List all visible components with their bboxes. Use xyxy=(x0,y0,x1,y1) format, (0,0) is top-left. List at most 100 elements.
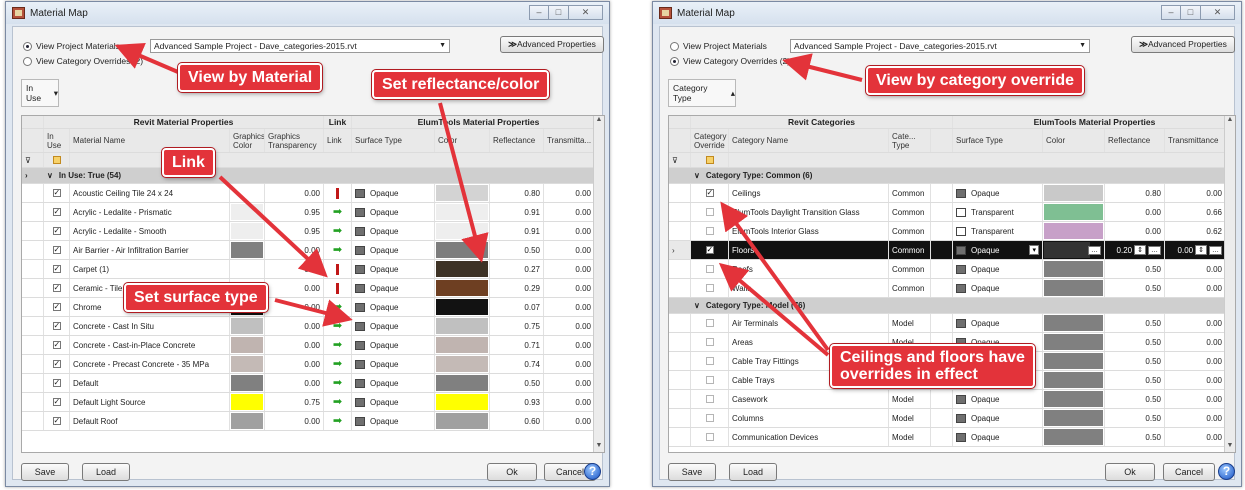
in-use-checkbox[interactable]: ✓ xyxy=(52,360,61,368)
color-swatch[interactable] xyxy=(436,242,488,258)
surface-type-cell[interactable]: Opaque xyxy=(352,317,435,335)
color-swatch[interactable] xyxy=(1044,204,1103,220)
transmittance-value[interactable]: 0.00 xyxy=(544,241,595,259)
transmittance-value[interactable]: 0.00 xyxy=(544,412,595,430)
in-use-cell[interactable]: ✓ xyxy=(44,203,70,221)
transmittance-value[interactable]: 0.00 ⇕… xyxy=(1165,241,1226,259)
color-swatch[interactable] xyxy=(436,375,488,391)
override-checkbox[interactable] xyxy=(705,395,714,403)
link-cell[interactable]: ➡ xyxy=(324,355,352,373)
transmittance-value[interactable]: 0.00 xyxy=(544,355,595,373)
surface-type-cell[interactable]: Opaque xyxy=(352,279,435,297)
link-cell[interactable]: ➡ xyxy=(324,336,352,354)
in-use-cell[interactable]: ✓ xyxy=(44,184,70,202)
color-swatch[interactable] xyxy=(1044,223,1103,239)
link-cell[interactable]: ➡ xyxy=(324,412,352,430)
load-button[interactable]: Load xyxy=(82,463,130,481)
scroll-down-icon[interactable]: ▼ xyxy=(1225,442,1235,452)
col-reflectance[interactable]: Reflectance xyxy=(490,129,544,152)
link-cell[interactable]: ➡ xyxy=(324,374,352,392)
vertical-scrollbar[interactable]: ▲ ▼ xyxy=(593,116,604,452)
radio-view-category-overrides[interactable]: View Category Overrides (2) xyxy=(23,56,143,66)
color-cell[interactable] xyxy=(435,279,490,297)
reflectance-value[interactable]: 0.50 xyxy=(1105,390,1165,408)
link-broken-icon[interactable] xyxy=(336,282,339,294)
surface-type-cell[interactable]: Opaque xyxy=(352,184,435,202)
category-row[interactable]: ElumTools Daylight Transition Glass Commo… xyxy=(669,203,1235,222)
override-checkbox[interactable] xyxy=(705,265,714,273)
color-swatch[interactable] xyxy=(436,299,488,315)
material-row[interactable]: ✓ Default Light Source 0.75 ➡ Opaque 0.93 0.00 xyxy=(22,393,604,412)
surface-type-cell[interactable]: Transparent xyxy=(953,222,1043,240)
cancel-button[interactable]: Cancel xyxy=(1163,463,1215,481)
material-row[interactable]: ✓ Concrete - Cast-in-Place Concrete 0.00 ➡ O… xyxy=(22,336,604,355)
override-cell[interactable] xyxy=(691,279,729,297)
reflectance-value[interactable]: 0.07 xyxy=(490,298,544,316)
color-swatch[interactable] xyxy=(436,413,488,429)
reflectance-value[interactable]: 0.27 xyxy=(490,260,544,278)
surface-type-cell[interactable]: Opaque ▾ xyxy=(953,241,1043,259)
in-use-cell[interactable]: ✓ xyxy=(44,241,70,259)
maximize-icon[interactable]: □ xyxy=(549,5,569,20)
scroll-up-icon[interactable]: ▲ xyxy=(1225,116,1235,126)
in-use-cell[interactable]: ✓ xyxy=(44,412,70,430)
col-surface-type[interactable]: Surface Type xyxy=(352,129,435,152)
minimize-icon[interactable]: – xyxy=(1161,5,1181,20)
collapse-chevron-icon[interactable]: ∨ xyxy=(694,301,700,310)
color-cell[interactable] xyxy=(1043,428,1105,446)
color-cell[interactable] xyxy=(1043,203,1105,221)
material-row[interactable]: ✓ Acrylic - Ledalite - Prismatic 0.95 ➡ Opaq… xyxy=(22,203,604,222)
color-cell[interactable]: … xyxy=(1043,241,1105,259)
link-arrow-icon[interactable]: ➡ xyxy=(333,340,342,351)
link-cell[interactable]: ➡ xyxy=(324,298,352,316)
surface-type-cell[interactable]: Opaque xyxy=(352,298,435,316)
link-cell[interactable] xyxy=(324,184,352,202)
col-color[interactable]: Color xyxy=(1043,129,1105,152)
filter-cell[interactable] xyxy=(44,153,70,167)
color-swatch[interactable] xyxy=(436,204,488,220)
save-button[interactable]: Save xyxy=(21,463,69,481)
color-swatch[interactable] xyxy=(1044,429,1103,445)
override-cell[interactable] xyxy=(691,314,729,332)
col-link[interactable]: Link xyxy=(324,129,352,152)
color-swatch[interactable] xyxy=(1044,410,1103,426)
transmittance-value[interactable]: 0.00 xyxy=(1165,371,1226,389)
scroll-up-icon[interactable]: ▲ xyxy=(594,116,604,126)
help-icon[interactable]: ? xyxy=(584,463,601,480)
vertical-scrollbar[interactable]: ▲ ▼ xyxy=(1224,116,1235,452)
reflectance-value[interactable]: 0.50 xyxy=(1105,260,1165,278)
transmittance-ellipsis-icon[interactable]: … xyxy=(1209,245,1222,255)
in-use-checkbox[interactable]: ✓ xyxy=(52,398,61,406)
link-cell[interactable]: ➡ xyxy=(324,317,352,335)
reflectance-value[interactable]: 0.60 xyxy=(490,412,544,430)
override-cell[interactable] xyxy=(691,222,729,240)
transmittance-value[interactable]: 0.00 xyxy=(544,260,595,278)
material-row[interactable]: ✓ Acrylic - Ledalite - Smooth 0.95 ➡ Opaque 0… xyxy=(22,222,604,241)
color-cell[interactable] xyxy=(1043,184,1105,202)
ok-button[interactable]: Ok xyxy=(1105,463,1155,481)
surface-type-cell[interactable]: Opaque xyxy=(953,260,1043,278)
reflectance-value[interactable]: 0.50 xyxy=(1105,352,1165,370)
color-cell[interactable] xyxy=(1043,390,1105,408)
reflectance-value[interactable]: 0.50 xyxy=(1105,314,1165,332)
color-cell[interactable] xyxy=(435,336,490,354)
in-use-cell[interactable]: ✓ xyxy=(44,260,70,278)
link-arrow-icon[interactable]: ➡ xyxy=(333,321,342,332)
reflectance-ellipsis-icon[interactable]: … xyxy=(1148,245,1161,255)
in-use-cell[interactable]: ✓ xyxy=(44,279,70,297)
in-use-checkbox[interactable]: ✓ xyxy=(52,379,61,387)
category-row[interactable]: Columns Model Opaque 0.50 0.00 xyxy=(669,409,1235,428)
color-swatch[interactable] xyxy=(1044,372,1103,388)
reflectance-value[interactable]: 0.50 xyxy=(490,241,544,259)
transmittance-value[interactable]: 0.00 xyxy=(1165,352,1226,370)
transmittance-value[interactable]: 0.00 xyxy=(544,184,595,202)
project-select[interactable]: Advanced Sample Project - Dave_categorie… xyxy=(150,39,450,53)
link-arrow-icon[interactable]: ➡ xyxy=(333,226,342,237)
radio-view-project-materials[interactable]: View Project Materials xyxy=(23,41,120,51)
surface-type-cell[interactable]: Opaque xyxy=(953,409,1043,427)
surface-type-cell[interactable]: Opaque xyxy=(953,390,1043,408)
link-arrow-icon[interactable]: ➡ xyxy=(333,207,342,218)
surface-type-cell[interactable]: Transparent xyxy=(953,203,1043,221)
load-button[interactable]: Load xyxy=(729,463,777,481)
override-checkbox[interactable] xyxy=(705,414,714,422)
